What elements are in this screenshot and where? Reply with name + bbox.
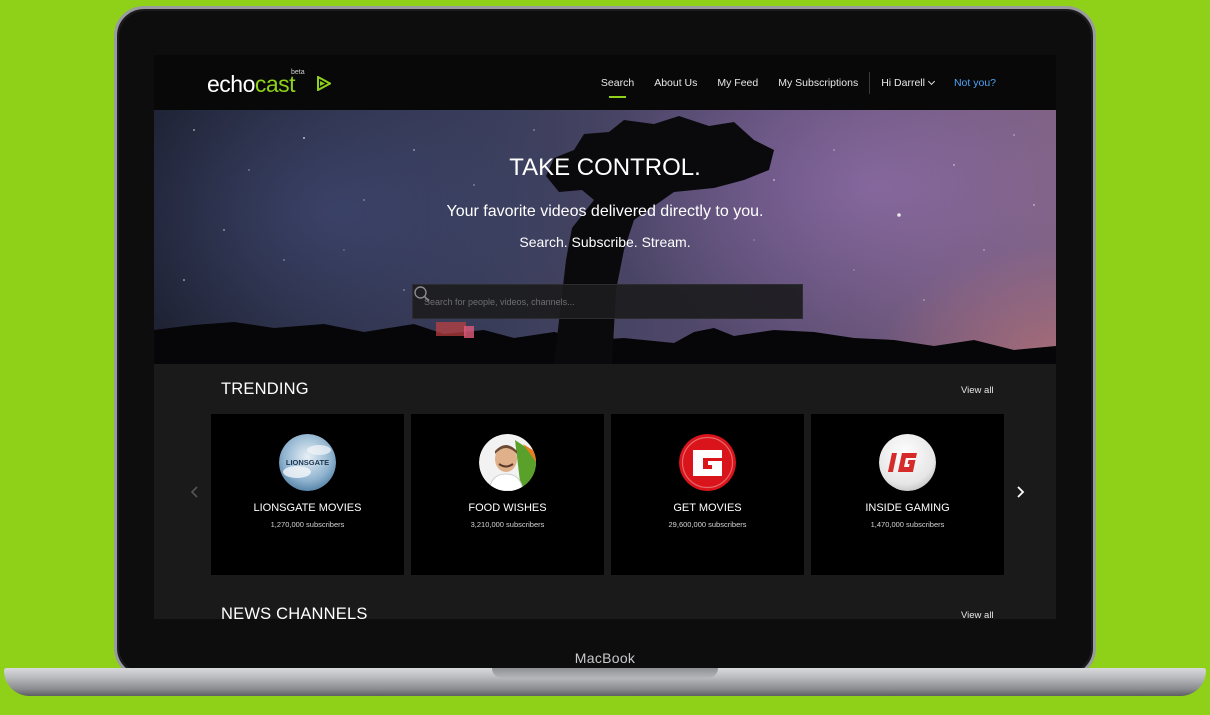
channel-card-food-wishes[interactable]: FOOD WISHES 3,210,000 subscribers — [411, 414, 604, 575]
user-menu-label: Hi Darrell — [881, 76, 925, 89]
nav-divider — [869, 71, 871, 94]
inside-gaming-logo-icon — [879, 434, 936, 491]
search-bar — [412, 284, 803, 319]
laptop-notch — [492, 668, 718, 678]
channel-name: FOOD WISHES — [468, 502, 547, 514]
hero-subtitle: Your favorite videos delivered directly … — [446, 203, 764, 220]
nav-my-subscriptions[interactable]: My Subscriptions — [778, 77, 858, 89]
news-view-all-link[interactable]: View all — [961, 610, 994, 619]
channel-card-inside-gaming[interactable]: INSIDE GAMING 1,470,000 subscribers — [811, 414, 1004, 575]
channel-name: LIONSGATE MOVIES — [253, 502, 362, 514]
channel-subscriber-count: 1,270,000 subscribers — [270, 520, 345, 529]
not-you-link[interactable]: Not you? — [954, 77, 996, 89]
food-wishes-avatar-icon — [479, 434, 536, 491]
logo-text-accent: cast — [254, 71, 296, 97]
play-icon — [317, 76, 331, 91]
channel-subscriber-count: 29,600,000 subscribers — [668, 520, 747, 529]
device-label: MacBook — [574, 650, 636, 666]
channel-subscriber-count: 3,210,000 subscribers — [470, 520, 545, 529]
channel-name: INSIDE GAMING — [865, 502, 950, 514]
hero-title: TAKE CONTROL. — [509, 154, 701, 181]
search-input[interactable] — [413, 285, 768, 318]
carousel-next-arrow-icon[interactable] — [1014, 485, 1026, 499]
svg-text:LIONSGATE: LIONSGATE — [286, 458, 329, 467]
nav-search[interactable]: Search — [601, 77, 634, 98]
user-menu[interactable]: Hi Darrell — [881, 76, 936, 89]
search-icon[interactable] — [413, 285, 431, 303]
channel-card-get-movies[interactable]: GET MOVIES 29,600,000 subscribers — [611, 414, 804, 575]
get-movies-logo-icon — [679, 434, 736, 491]
nav-my-feed[interactable]: My Feed — [717, 77, 758, 89]
news-channels-heading: NEWS CHANNELS — [221, 605, 368, 619]
carousel-prev-arrow-icon[interactable] — [189, 485, 201, 499]
channel-subscriber-count: 1,470,000 subscribers — [870, 520, 945, 529]
channel-card-lionsgate[interactable]: LIONSGATE LIONSGATE MOVIES 1,270,000 sub… — [211, 414, 404, 575]
top-navbar: echocast beta Search About Us My Feed My… — [154, 55, 1056, 110]
logo-text: echo — [207, 71, 255, 97]
main-nav: Search About Us My Feed My Subscriptions… — [581, 55, 996, 110]
trending-view-all-link[interactable]: View all — [961, 385, 994, 396]
nav-about-us[interactable]: About Us — [654, 77, 697, 89]
beta-badge: beta — [291, 69, 305, 76]
chevron-down-icon — [927, 77, 936, 85]
channel-name: GET MOVIES — [673, 502, 742, 514]
screen: echocast beta Search About Us My Feed My… — [154, 55, 1056, 619]
lionsgate-logo-icon: LIONSGATE — [279, 434, 336, 491]
trending-heading: TRENDING — [221, 380, 309, 398]
hero-tagline: Search. Subscribe. Stream. — [519, 234, 691, 250]
hero-banner: TAKE CONTROL. Your favorite videos deliv… — [154, 110, 1056, 364]
echocast-logo[interactable]: echocast beta — [207, 69, 331, 97]
